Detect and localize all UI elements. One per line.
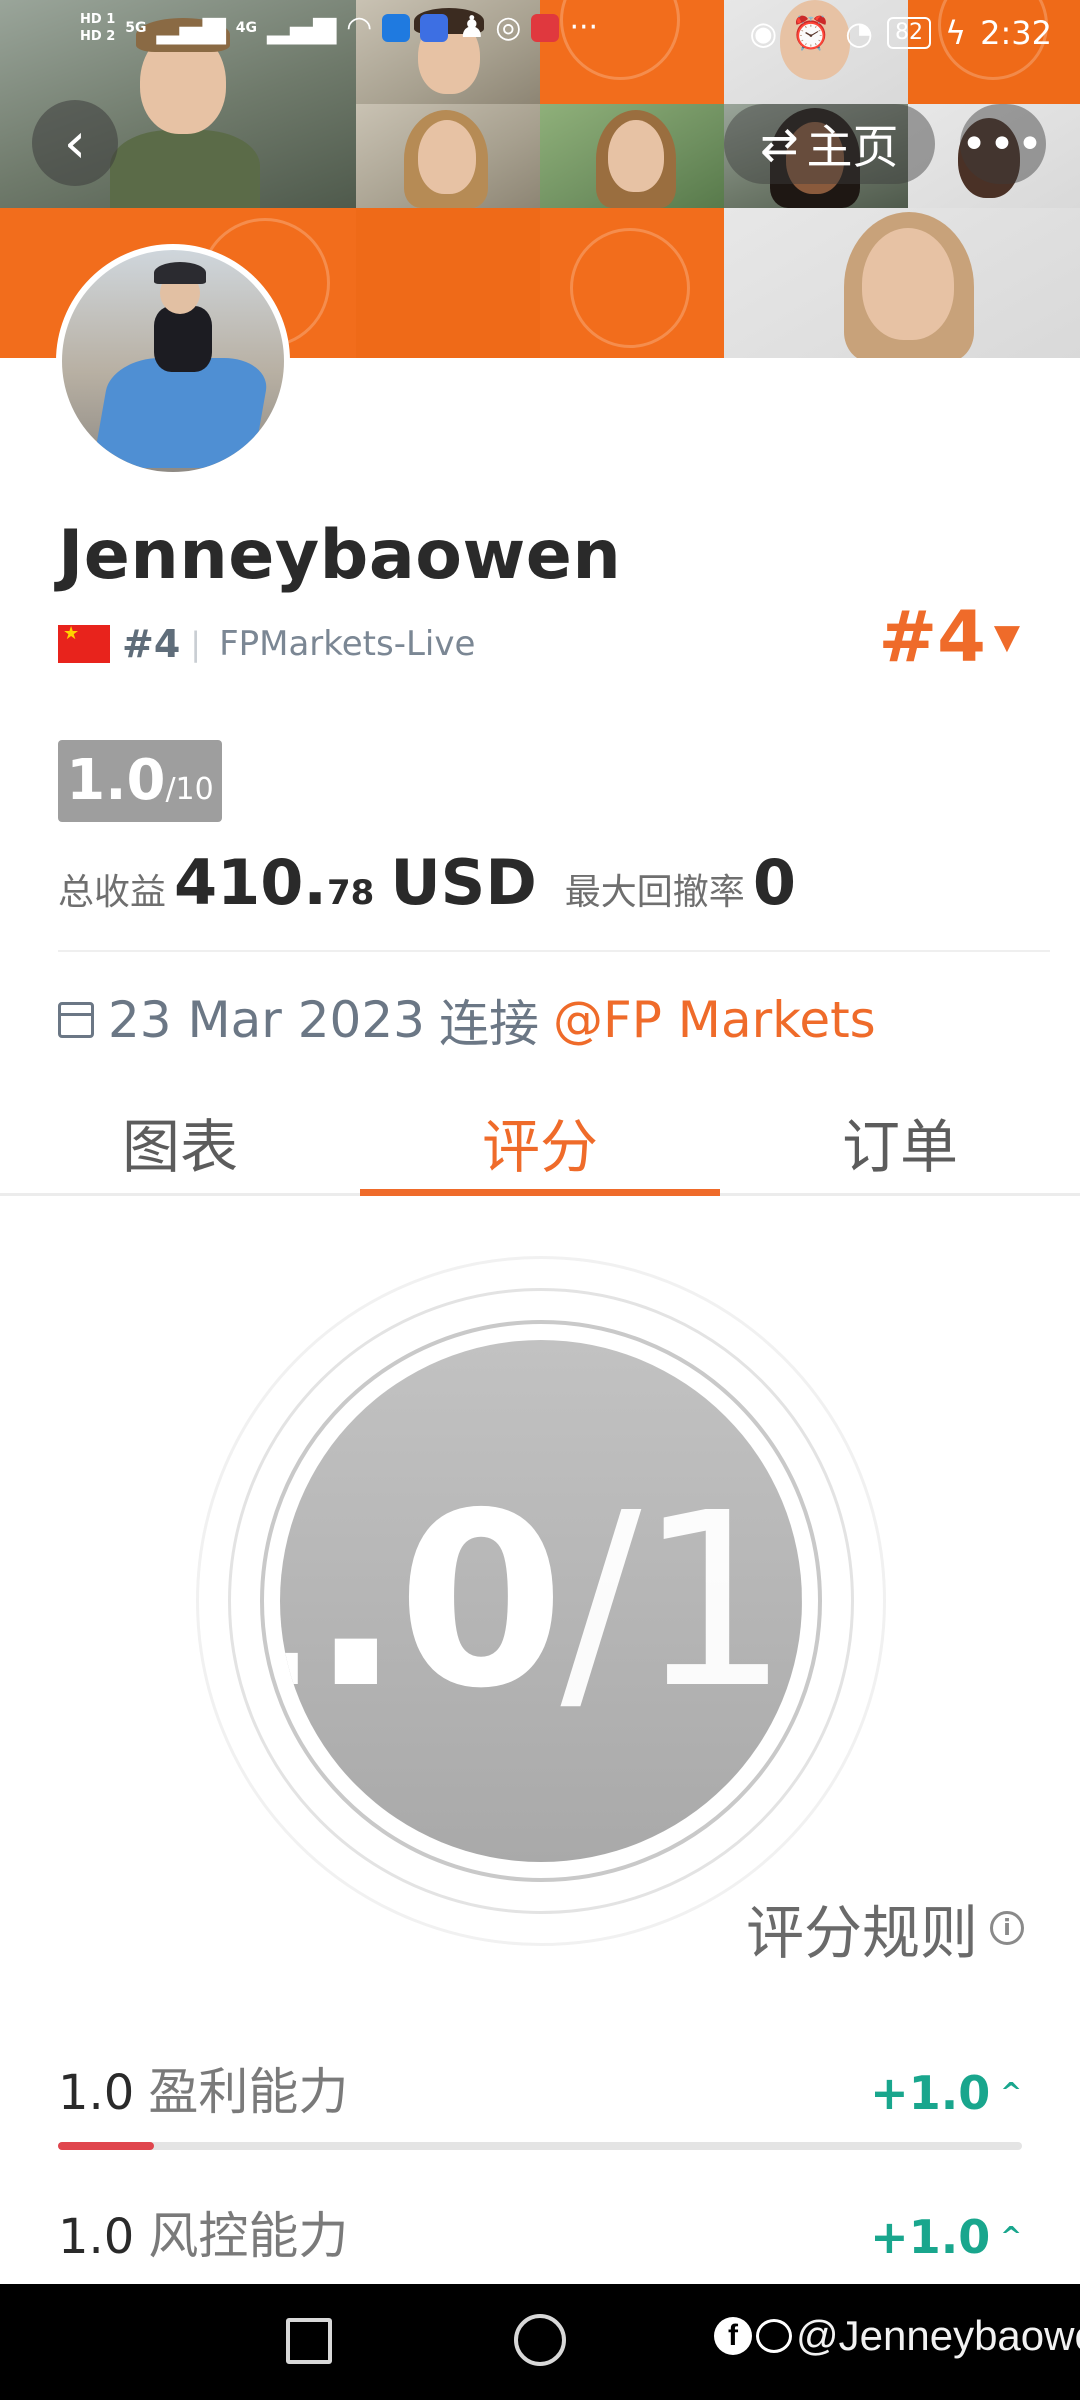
connect-label: 连接	[439, 995, 539, 1053]
metric-progress-fill	[58, 2142, 155, 2150]
tab-score[interactable]: 评分	[360, 1090, 720, 1196]
chevron-up-icon: ^	[1000, 2078, 1022, 2108]
profit-summary: 总收益 410. 78 USD 最大回撤率 0	[58, 846, 796, 919]
scoring-rules-link[interactable]: 评分规则 i	[746, 1886, 1024, 1970]
total-profit-integer: 410.	[174, 846, 327, 919]
rank-dropdown[interactable]: #4 ▼	[878, 596, 1020, 678]
caret-down-icon: ▼	[993, 617, 1020, 657]
profile-meta-row: #4 | FPMarkets-Live	[58, 622, 475, 666]
connect-date: 23 Mar 2023	[108, 991, 425, 1049]
cover-photo-tile	[724, 208, 1080, 358]
metric-delta: +1.0	[870, 2210, 991, 2264]
rank-value: #4	[878, 596, 986, 678]
broker-account: FPMarkets-Live	[219, 624, 476, 664]
metric-name: 盈利能力	[148, 2063, 349, 2121]
eye-icon: ◉	[749, 14, 778, 52]
cover-photo-tile	[540, 104, 724, 208]
china-flag-icon	[58, 623, 110, 663]
browser-app-icon	[420, 13, 449, 42]
section-divider	[58, 950, 1050, 952]
shield-app-icon	[382, 13, 411, 42]
more-button[interactable]: •••	[960, 104, 1046, 184]
broker-link[interactable]: @FP Markets	[553, 991, 876, 1049]
score-dial: 1.0/10	[280, 1340, 802, 1862]
more-notifications-icon: ···	[569, 10, 599, 45]
location-icon: ◎	[495, 10, 522, 45]
score-badge: 1.0 /10	[58, 740, 222, 822]
alarm-icon: ⏰	[791, 14, 832, 52]
speed-icon: ◔	[845, 14, 874, 52]
status-bar: HD 1 HD 2 5G ▂▄▆ 4G ▂▄▆ ◠ ♟ ◎ ··· ◉ ⏰ ◔ …	[0, 0, 1080, 72]
chevron-up-icon: ^	[1000, 2222, 1022, 2252]
home-button[interactable]	[514, 2314, 566, 2366]
signal-5g-icon: 5G	[125, 19, 147, 36]
swap-arrows-icon: ⇄	[760, 117, 799, 171]
metric-progress-track	[58, 2142, 1022, 2150]
tab-bar: 图表 评分 订单	[0, 1090, 1080, 1196]
back-button[interactable]: ‹	[32, 100, 118, 186]
connection-info: 23 Mar 2023 连接 @FP Markets	[58, 984, 876, 1056]
total-profit-label: 总收益	[58, 872, 167, 913]
rank-badge: #4	[122, 622, 181, 666]
total-profit-currency: USD	[390, 846, 537, 919]
tab-chart[interactable]: 图表	[0, 1090, 360, 1193]
signal-bars-icon: ▂▄▆	[266, 10, 337, 45]
more-dots-icon: •••	[961, 118, 1045, 170]
home-switch-button[interactable]: ⇄ 主页	[724, 104, 935, 184]
watermark-handle: @Jenneybaowen	[796, 2312, 1080, 2359]
battery-icon: 82	[887, 17, 932, 49]
facebook-icon: f	[714, 2317, 752, 2355]
chevron-left-icon: ‹	[63, 110, 87, 176]
metric-name: 风控能力	[148, 2207, 349, 2265]
total-profit-decimal: 78	[327, 873, 375, 913]
signal-4g-icon: 4G	[235, 19, 257, 36]
meta-separator: |	[190, 625, 202, 663]
clock-time: 2:32	[980, 14, 1052, 52]
wifi-icon: ◠	[346, 10, 373, 45]
cover-pattern-tile	[540, 208, 724, 358]
max-drawdown-value: 0	[752, 846, 796, 919]
username: Jenneybaowen	[58, 516, 622, 595]
score-dial-text: 1.0/10	[280, 1461, 802, 1741]
signal-bars-icon: ▂▄▆	[156, 10, 226, 45]
qq-icon: ♟	[458, 10, 486, 45]
cover-photo-tile	[356, 104, 540, 208]
scoring-rules-label: 评分规则	[745, 1899, 978, 1967]
reader-app-icon	[531, 13, 560, 42]
calendar-icon	[58, 1002, 94, 1038]
recent-apps-button[interactable]	[286, 2318, 332, 2364]
tab-orders[interactable]: 订单	[720, 1090, 1080, 1193]
metric-score: 1.0	[58, 2209, 135, 2265]
score-max: /10	[165, 772, 214, 807]
messenger-icon	[756, 2319, 792, 2353]
dial-score-value: 1.0	[280, 1461, 564, 1741]
metric-profitability[interactable]: 1.0 盈利能力 +1.0 ^	[58, 2052, 1022, 2150]
charging-icon: ϟ	[945, 14, 967, 52]
avatar[interactable]	[56, 244, 290, 478]
dial-score-max: /10	[560, 1461, 802, 1741]
max-drawdown-label: 最大回撤率	[564, 872, 745, 913]
score-value: 1.0	[66, 748, 166, 813]
metric-risk-control[interactable]: 1.0 风控能力 +1.0 ^	[58, 2196, 1022, 2294]
metric-score: 1.0	[58, 2065, 135, 2121]
home-label: 主页	[806, 120, 899, 174]
sim-indicator: HD 1 HD 2	[80, 11, 116, 44]
cover-pattern-tile	[356, 208, 540, 358]
watermark: f @Jenneybaowen	[714, 2312, 1080, 2360]
info-icon: i	[990, 1911, 1024, 1945]
metric-delta: +1.0	[870, 2066, 991, 2120]
system-nav-bar: f @Jenneybaowen	[0, 2284, 1080, 2400]
